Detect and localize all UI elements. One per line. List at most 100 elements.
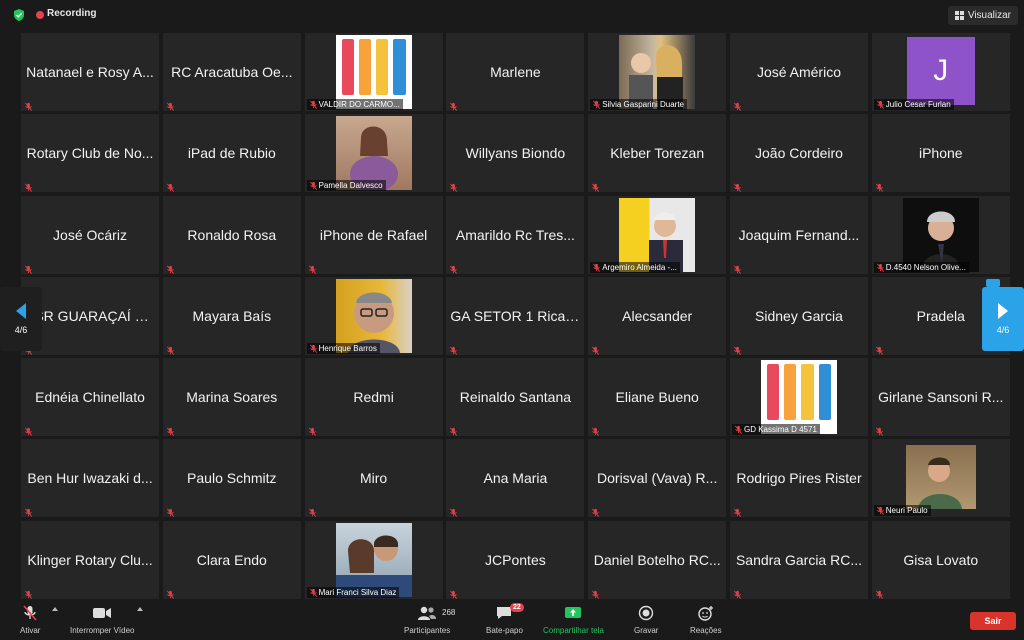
participant-tile[interactable]: Mayara Baís — [162, 276, 301, 355]
participant-tile[interactable]: Marina Soares — [162, 358, 301, 437]
participants-count: 268 — [442, 608, 456, 617]
participant-tile[interactable]: Clara Endo — [162, 520, 301, 599]
participant-tile[interactable]: Gisa Lovato — [871, 520, 1010, 599]
participant-tile[interactable]: GD Kassima D 4571 — [729, 358, 868, 437]
participant-tile[interactable]: Neuri Paulo — [871, 439, 1010, 518]
participant-tile[interactable]: Argemiro Almeida -... — [588, 195, 727, 274]
participant-tile[interactable]: iPhone — [871, 114, 1010, 193]
participant-name-label: Henrique Barros — [306, 342, 380, 354]
next-page-indicator: 4/6 — [996, 325, 1010, 335]
participant-tile[interactable]: Rodrigo Pires Rister — [729, 439, 868, 518]
participant-tile[interactable]: Ana Maria — [446, 439, 585, 518]
view-button[interactable]: Visualizar — [947, 6, 1018, 25]
participant-tile[interactable]: João Cordeiro — [729, 114, 868, 193]
participant-tile[interactable]: Joaquim Fernand... — [729, 195, 868, 274]
arrow-left-icon — [16, 303, 26, 319]
participant-name: Gisa Lovato — [903, 551, 979, 568]
participant-tile[interactable]: Rotary Club de No... — [21, 114, 159, 193]
participant-tile[interactable]: Pamella Dalvesco — [304, 114, 443, 193]
participant-tile[interactable]: Silvia Gasparini Duarte — [588, 33, 727, 111]
stop-video-button[interactable]: Interromper Vídeo — [70, 604, 134, 635]
share-screen-button[interactable]: Compartilhar tela — [543, 604, 604, 635]
participant-tile[interactable]: GA SETOR 1 Ricar... — [446, 276, 585, 355]
participant-tile[interactable]: D.4540 Nelson Olive... — [871, 195, 1010, 274]
next-page-button[interactable]: 4/6 — [982, 287, 1024, 351]
stop-video-label: Interromper Vídeo — [70, 626, 135, 635]
emoji-plus-icon — [697, 604, 715, 622]
participant-tile[interactable]: Mari Franci Silva Diaz — [304, 520, 443, 599]
mic-muted-icon — [875, 423, 884, 437]
mic-muted-icon — [876, 263, 885, 272]
share-screen-icon — [563, 604, 583, 622]
participant-tile[interactable]: Sandra Garcia RC... — [729, 520, 868, 599]
previous-page-button[interactable]: 4/6 — [0, 287, 42, 351]
participant-tile[interactable]: Marlene — [446, 33, 585, 111]
mic-muted-icon — [166, 342, 175, 355]
mic-muted-icon — [733, 504, 742, 518]
participant-tile[interactable]: Reinaldo Santana — [446, 358, 585, 437]
participant-tile[interactable]: Kleber Torezan — [588, 114, 727, 193]
participants-icon — [417, 604, 437, 622]
participant-name: VALDIR DO CARMO... — [318, 100, 400, 109]
video-feed-image — [335, 522, 412, 597]
participant-name-label: D.4540 Nelson Olive... — [873, 261, 969, 273]
mic-muted-icon — [591, 179, 600, 193]
participant-name: Neuri Paulo — [885, 506, 928, 516]
mic-muted-icon — [733, 342, 742, 355]
participant-tile[interactable]: Ronaldo Rosa — [162, 195, 301, 274]
participant-tile[interactable]: Eliane Bueno — [588, 358, 727, 437]
participant-tile[interactable]: iPad de Rubio — [162, 114, 301, 193]
participant-tile[interactable]: Paulo Schmitz — [162, 439, 301, 518]
record-button[interactable]: Gravar — [634, 604, 658, 635]
participant-tile[interactable]: Klinger Rotary Clu... — [21, 520, 159, 599]
participant-name: iPad de Rubio — [187, 145, 276, 162]
share-screen-label: Compartilhar tela — [543, 626, 604, 635]
participant-tile[interactable]: VALDIR DO CARMO... — [304, 33, 443, 111]
participant-name: José Ocáriz — [53, 226, 127, 243]
participant-name-label: Neuri Paulo — [873, 505, 931, 517]
mic-muted-icon — [24, 179, 33, 193]
participant-name: Alecsander — [622, 307, 693, 324]
participant-tile[interactable]: Natanael e Rosy A... — [21, 33, 159, 111]
mic-muted-icon — [591, 342, 600, 355]
video-options-caret-icon[interactable] — [137, 607, 143, 611]
participant-tile[interactable]: Daniel Botelho RC... — [588, 520, 727, 599]
mic-muted-icon — [875, 179, 884, 193]
participant-tile[interactable]: Ben Hur Iwazaki d... — [21, 439, 159, 518]
participant-tile[interactable]: José Américo — [729, 33, 868, 111]
participant-tile[interactable]: Willyans Biondo — [446, 114, 585, 193]
mic-muted-icon — [21, 604, 39, 622]
shield-check-icon[interactable] — [12, 8, 26, 22]
mic-muted-icon — [309, 588, 318, 597]
participant-tile[interactable]: J Julio Cesar Furlan — [871, 33, 1010, 111]
participant-tile[interactable]: Amarildo Rc Tres... — [446, 195, 585, 274]
participant-name: Henrique Barros — [318, 343, 377, 353]
participant-tile[interactable]: Girlane Sansoni R... — [871, 358, 1010, 437]
audio-options-caret-icon[interactable] — [52, 607, 58, 611]
participant-name: Joaquim Fernand... — [738, 226, 860, 243]
participant-tile[interactable]: Henrique Barros — [304, 276, 443, 355]
reactions-button[interactable]: Reações — [690, 604, 722, 635]
participant-name: Julio Cesar Furlan — [885, 100, 951, 109]
participant-tile[interactable]: Alecsander — [588, 276, 727, 355]
participant-name: Klinger Rotary Clu... — [27, 551, 153, 568]
participant-tile[interactable]: RC Aracatuba Oe... — [162, 33, 301, 111]
mic-muted-icon — [733, 98, 742, 111]
participant-name: Eliane Bueno — [615, 389, 699, 406]
more-options-icon[interactable] — [986, 279, 1000, 287]
mic-muted-icon — [591, 504, 600, 518]
door-graphic — [376, 39, 389, 95]
participant-tile[interactable]: Dorisval (Vava) R... — [588, 439, 727, 518]
participant-tile[interactable]: José Ocáriz — [21, 195, 159, 274]
participant-tile[interactable]: JCPontes — [446, 520, 585, 599]
leave-meeting-button[interactable]: Sair — [970, 612, 1016, 630]
participant-tile[interactable]: Sidney Garcia — [729, 276, 868, 355]
reactions-label: Reações — [690, 626, 722, 635]
participant-tile[interactable]: iPhone de Rafael — [304, 195, 443, 274]
participant-name: Willyans Biondo — [465, 145, 566, 162]
unmute-button[interactable]: Ativar — [20, 604, 40, 635]
participant-tile[interactable]: Ednéia Chinellato — [21, 358, 159, 437]
participant-tile[interactable]: Miro — [304, 439, 443, 518]
participant-tile[interactable]: Redmi — [304, 358, 443, 437]
participant-name: Girlane Sansoni R... — [878, 389, 1004, 406]
